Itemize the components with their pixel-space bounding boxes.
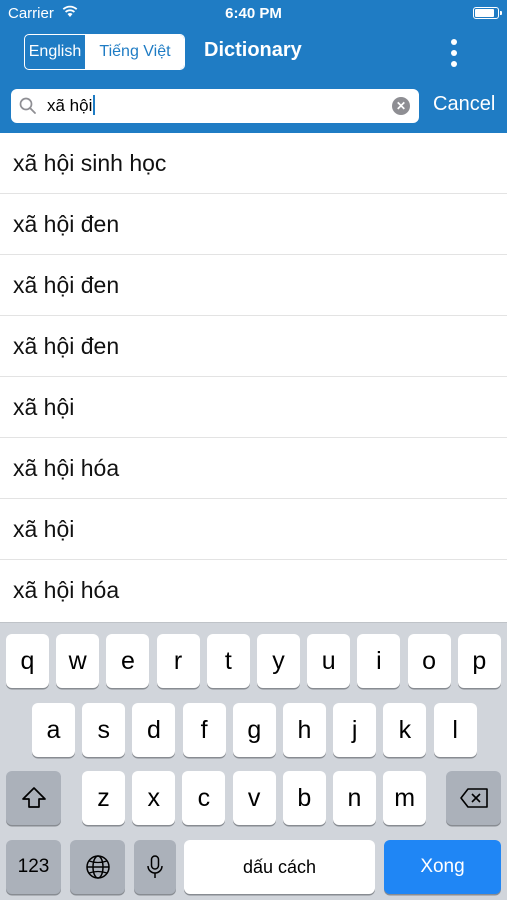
key-r[interactable]: r xyxy=(156,634,200,688)
key-p[interactable]: p xyxy=(457,634,501,688)
key-v[interactable]: v xyxy=(232,771,276,825)
segment-vietnamese[interactable]: Tiếng Việt xyxy=(86,35,184,69)
key-y[interactable]: y xyxy=(257,634,300,688)
key-d[interactable]: d xyxy=(132,703,176,757)
key-f[interactable]: f xyxy=(182,703,226,757)
search-input[interactable]: xã hội xyxy=(47,95,96,116)
key-n[interactable]: n xyxy=(333,771,376,825)
microphone-icon xyxy=(147,855,163,878)
key-b[interactable]: b xyxy=(282,771,326,825)
cancel-button[interactable]: Cancel xyxy=(433,93,495,116)
key-x[interactable]: x xyxy=(132,771,176,825)
result-row[interactable]: xã hội đen xyxy=(0,316,507,377)
key-i[interactable]: i xyxy=(357,634,401,688)
segment-english[interactable]: English xyxy=(25,35,86,69)
space-key[interactable]: dấu cách xyxy=(184,840,375,894)
key-t[interactable]: t xyxy=(206,634,250,688)
clear-text-icon[interactable]: ✕ xyxy=(392,97,410,115)
keyboard: 123 dấu cách Xong qwertyuiop asdfghjkl zxc… xyxy=(0,622,507,900)
key-l[interactable]: l xyxy=(433,703,477,757)
key-e[interactable]: e xyxy=(106,634,150,688)
numbers-key[interactable]: 123 xyxy=(6,840,61,894)
globe-key[interactable] xyxy=(70,840,125,894)
result-row[interactable]: xã hội hóa xyxy=(0,438,507,499)
key-o[interactable]: o xyxy=(407,634,451,688)
top-bar: Carrier 6:40 PM English Tiếng Việt Dicti… xyxy=(0,0,507,133)
status-time: 6:40 PM xyxy=(225,5,282,22)
search-field[interactable]: xã hội ✕ xyxy=(11,89,419,123)
language-segmented-control: English Tiếng Việt xyxy=(24,34,185,70)
key-h[interactable]: h xyxy=(283,703,326,757)
result-row[interactable]: xã hội đen xyxy=(0,194,507,255)
key-k[interactable]: k xyxy=(383,703,427,757)
search-input-value: xã hội xyxy=(47,96,93,115)
delete-key[interactable] xyxy=(446,771,501,825)
backspace-icon xyxy=(459,788,488,808)
return-key[interactable]: Xong xyxy=(384,840,501,894)
page-title: Dictionary xyxy=(204,39,302,61)
result-row[interactable]: xã hội xyxy=(0,499,507,560)
result-row[interactable]: xã hội xyxy=(0,377,507,438)
result-row[interactable]: xã hội sinh học xyxy=(0,133,507,194)
key-w[interactable]: w xyxy=(56,634,100,688)
status-bar: Carrier 6:40 PM xyxy=(0,0,507,28)
result-row[interactable]: xã hội đen xyxy=(0,255,507,316)
more-options-icon[interactable] xyxy=(442,36,466,70)
shift-key[interactable] xyxy=(6,771,61,825)
key-q[interactable]: q xyxy=(6,634,49,688)
results-list: xã hội sinh học xã hội đen xã hội đen xã hộ… xyxy=(0,133,507,621)
search-icon xyxy=(19,97,37,120)
key-a[interactable]: a xyxy=(32,703,75,757)
shift-icon xyxy=(21,787,46,808)
result-row[interactable]: xã hội hóa xyxy=(0,560,507,621)
dictation-key[interactable] xyxy=(134,840,176,894)
text-cursor xyxy=(93,95,96,115)
key-m[interactable]: m xyxy=(383,771,427,825)
key-j[interactable]: j xyxy=(333,703,377,757)
key-u[interactable]: u xyxy=(307,634,351,688)
key-g[interactable]: g xyxy=(232,703,276,757)
key-z[interactable]: z xyxy=(82,771,125,825)
key-c[interactable]: c xyxy=(182,771,226,825)
key-s[interactable]: s xyxy=(82,703,126,757)
globe-icon xyxy=(85,855,110,879)
battery-icon xyxy=(473,7,502,19)
